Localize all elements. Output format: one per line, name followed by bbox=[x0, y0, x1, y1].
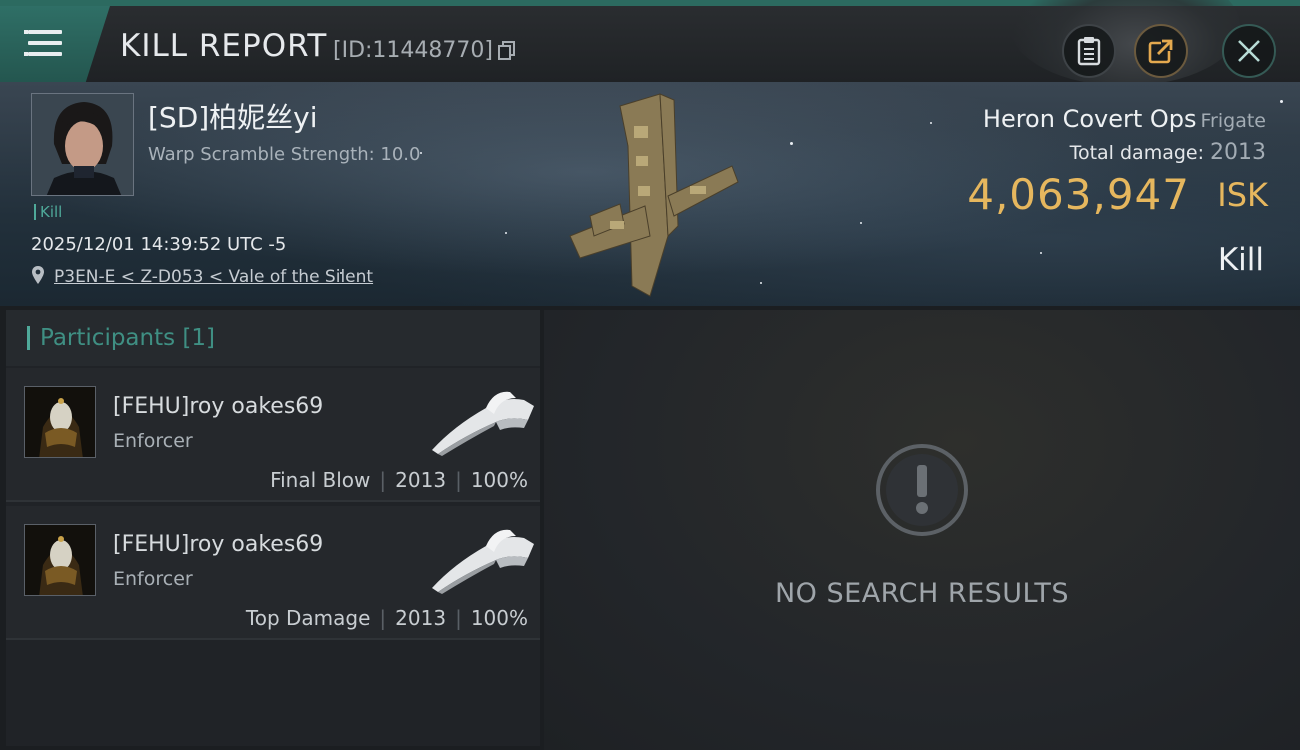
participant-stat-label: Final Blow bbox=[270, 468, 371, 492]
participants-header: Participants [1] bbox=[6, 310, 540, 366]
total-damage-value: 2013 bbox=[1210, 140, 1266, 165]
page-title: KILL REPORT bbox=[120, 28, 328, 64]
kill-datetime: 2025/12/01 14:39:52 UTC -5 bbox=[31, 234, 287, 255]
clipboard-icon bbox=[1077, 37, 1101, 66]
exclamation-icon bbox=[876, 444, 968, 536]
participant-name[interactable]: [FEHU]roy oakes69 bbox=[113, 532, 323, 557]
victim-banner: [SD]柏妮丝yi Warp Scramble Strength: 10.0 K… bbox=[0, 82, 1300, 306]
participants-panel: Participants [1] [FEHU]roy oakes69 Enfor… bbox=[6, 310, 540, 746]
report-id: [ID:11448770] bbox=[333, 38, 493, 63]
share-button[interactable] bbox=[1134, 24, 1188, 78]
participant-percent: 100% bbox=[470, 468, 528, 492]
copy-icon[interactable] bbox=[498, 41, 516, 61]
participant-damage: 2013 bbox=[395, 606, 447, 630]
participant-percent: 100% bbox=[470, 606, 528, 630]
empty-state-message: NO SEARCH RESULTS bbox=[774, 578, 1070, 609]
share-icon bbox=[1148, 39, 1173, 64]
victim-name[interactable]: [SD]柏妮丝yi bbox=[148, 96, 318, 136]
avatar bbox=[32, 94, 133, 195]
details-panel: NO SEARCH RESULTS bbox=[544, 310, 1300, 750]
participant-ship-image[interactable] bbox=[424, 386, 536, 456]
ship-class: Frigate bbox=[1200, 110, 1266, 132]
participant-avatar bbox=[24, 386, 96, 458]
ship-name-text: Heron Covert Ops bbox=[982, 105, 1197, 133]
menu-button[interactable] bbox=[0, 6, 110, 82]
participant-row[interactable]: [FEHU]roy oakes69 Enforcer Top Damage | 20… bbox=[6, 506, 540, 640]
participant-role: Enforcer bbox=[113, 568, 193, 590]
location-link[interactable]: P3EN-E < Z-D053 < Vale of the Silent bbox=[54, 267, 373, 287]
participant-name[interactable]: [FEHU]roy oakes69 bbox=[113, 394, 323, 419]
menu-icon bbox=[24, 30, 64, 58]
top-bar: KILL REPORT [ID:11448770] bbox=[0, 0, 1300, 86]
victim-ship-name: Heron Covert Ops Frigate bbox=[983, 105, 1266, 133]
participant-stats: Top Damage | 2013 | 100% bbox=[245, 606, 528, 630]
victim-portrait[interactable] bbox=[31, 93, 134, 196]
participant-stats: Final Blow | 2013 | 100% bbox=[270, 468, 528, 492]
total-damage-label: Total damage: bbox=[1069, 142, 1204, 164]
participant-stat-label: Top Damage bbox=[245, 606, 371, 630]
close-button[interactable] bbox=[1222, 24, 1276, 78]
kill-result: Kill bbox=[1217, 242, 1264, 278]
isk-unit: ISK bbox=[1217, 176, 1268, 214]
isk-value: 4,063,947 bbox=[967, 170, 1190, 219]
location-pin-icon bbox=[32, 266, 44, 284]
victim-ship-image[interactable] bbox=[550, 86, 750, 301]
warp-scramble-strength: Warp Scramble Strength: 10.0 bbox=[148, 144, 421, 165]
close-icon bbox=[1238, 40, 1260, 62]
planet-decoration bbox=[1010, 0, 1240, 86]
kill-tag: Kill bbox=[34, 204, 62, 220]
total-damage: Total damage: 2013 bbox=[1070, 140, 1266, 165]
participant-ship-image[interactable] bbox=[424, 524, 536, 594]
participants-title: Participants [1] bbox=[40, 325, 215, 351]
participant-avatar bbox=[24, 524, 96, 596]
participant-role: Enforcer bbox=[113, 430, 193, 452]
participant-damage: 2013 bbox=[395, 468, 447, 492]
clipboard-button[interactable] bbox=[1062, 24, 1116, 78]
participant-row[interactable]: [FEHU]roy oakes69 Enforcer Final Blow | 20… bbox=[6, 368, 540, 502]
